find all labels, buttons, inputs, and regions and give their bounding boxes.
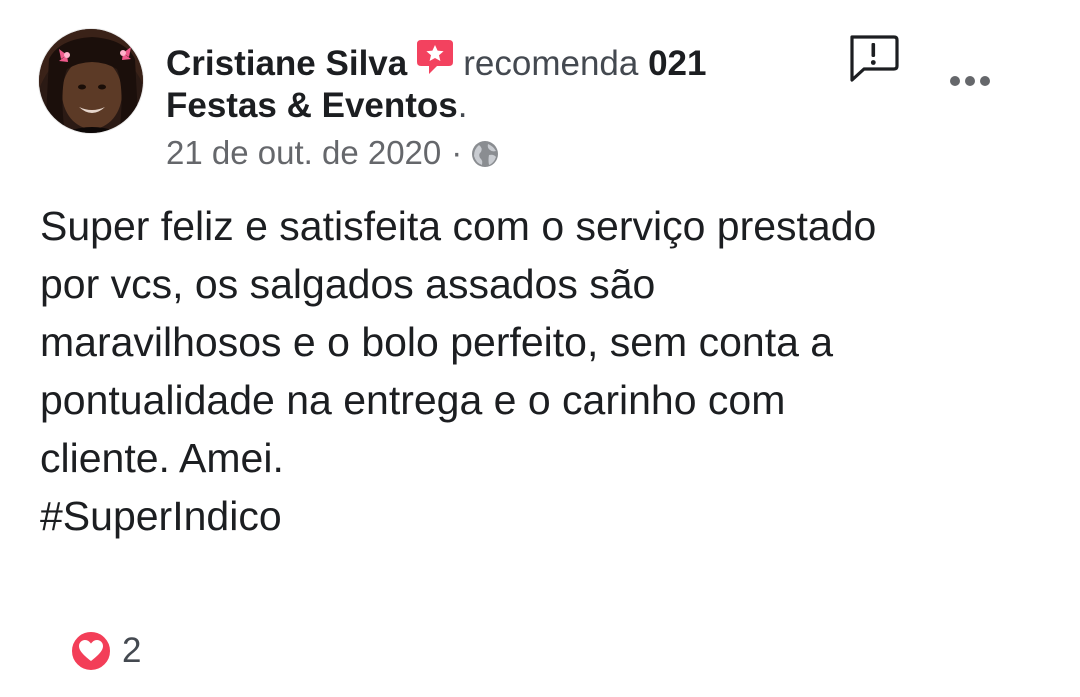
post-header-continued: Festas & Eventos. <box>166 84 468 128</box>
page-name-suffix: . <box>457 86 468 125</box>
page-name-part1[interactable]: 021 <box>648 44 706 83</box>
more-options-icon[interactable] <box>944 66 996 96</box>
avatar[interactable] <box>38 28 144 134</box>
hashtag-link[interactable]: #SuperIndico <box>40 487 282 545</box>
reaction-count: 2 <box>122 631 142 670</box>
meta-separator: · <box>451 134 463 171</box>
post-date[interactable]: 21 de out. de 2020 <box>166 134 441 171</box>
page-name-part2[interactable]: Festas & Eventos <box>166 86 458 125</box>
post-meta: 21 de out. de 2020 · <box>166 131 500 180</box>
love-icon <box>70 630 112 672</box>
post-body-text: Super feliz e satisfeita com o serviço p… <box>40 203 877 481</box>
report-exclamation-icon[interactable] <box>846 34 900 84</box>
avatar-image <box>39 29 143 133</box>
review-post: Cristiane Silva recomenda 021 Festas & E… <box>0 0 1080 697</box>
author-name[interactable]: Cristiane Silva <box>166 44 407 83</box>
action-text: recomenda <box>463 44 639 83</box>
recommend-star-bubble-icon <box>415 38 455 89</box>
reactions-summary[interactable]: 2 <box>70 630 141 672</box>
globe-icon[interactable] <box>470 136 500 180</box>
post-header: Cristiane Silva recomenda 021 <box>166 38 706 89</box>
